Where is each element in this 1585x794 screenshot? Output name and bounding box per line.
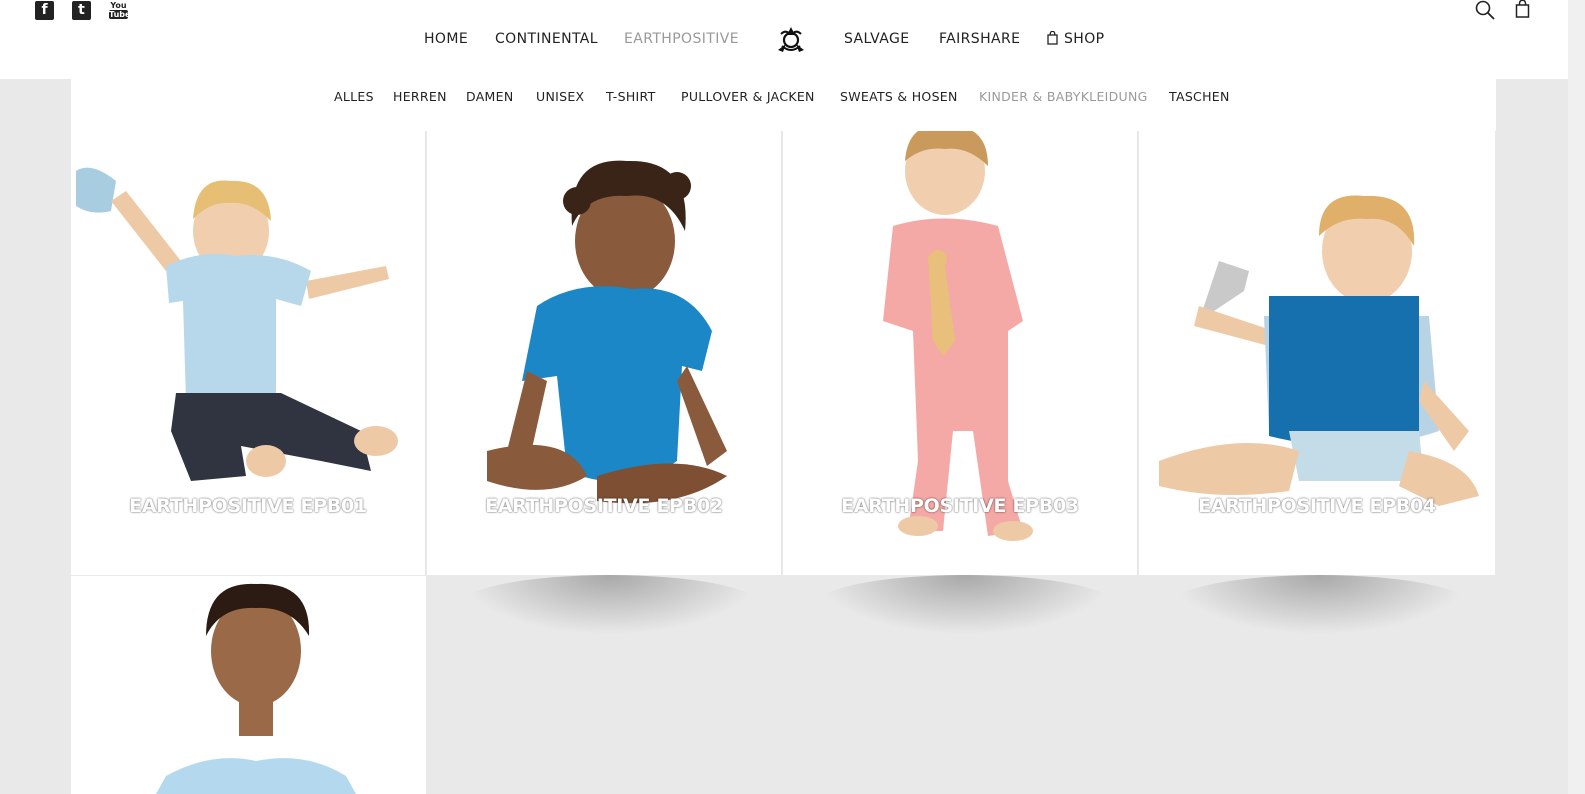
- site-header: f t You Tube HOME CONTINENTAL EARTHPOSIT…: [0, 0, 1568, 79]
- category-alles[interactable]: ALLES: [334, 89, 374, 104]
- card-shadow: [1170, 575, 1470, 635]
- product-card-kids-tshirt[interactable]: [71, 576, 426, 794]
- brand-logo[interactable]: [773, 24, 809, 56]
- card-shadow: [815, 575, 1115, 635]
- category-pullover[interactable]: PULLOVER & JACKEN: [681, 89, 815, 104]
- product-title[interactable]: EARTHPOSITIVE EPB02: [427, 495, 781, 517]
- category-taschen[interactable]: TASCHEN: [1169, 89, 1230, 104]
- category-unisex[interactable]: UNISEX: [536, 89, 584, 104]
- nav-earthpositive[interactable]: EARTHPOSITIVE: [624, 31, 739, 47]
- nav-salvage[interactable]: SALVAGE: [844, 31, 910, 47]
- nav-shop[interactable]: SHOP: [1047, 30, 1105, 47]
- product-title[interactable]: EARTHPOSITIVE EPB01: [71, 495, 425, 517]
- category-tshirt[interactable]: T-SHIRT: [606, 89, 656, 104]
- category-kinder[interactable]: KINDER & BABYKLEIDUNG: [979, 89, 1148, 104]
- header-icons: [1475, 0, 1530, 20]
- nav-shop-label: SHOP: [1064, 31, 1105, 47]
- social-links: f t You Tube: [35, 1, 131, 20]
- shopping-bag-icon: [1047, 30, 1058, 45]
- product-image: [156, 583, 356, 794]
- category-herren[interactable]: HERREN: [393, 89, 447, 104]
- category-damen[interactable]: DAMEN: [466, 89, 514, 104]
- page-scrollbar[interactable]: [1568, 0, 1585, 794]
- cart-icon[interactable]: [1515, 0, 1530, 18]
- search-icon[interactable]: [1475, 0, 1495, 20]
- nav-home[interactable]: HOME: [424, 31, 468, 47]
- youtube-icon[interactable]: You Tube: [109, 1, 131, 20]
- youtube-icon-top: You: [110, 1, 127, 10]
- facebook-icon[interactable]: f: [35, 1, 54, 20]
- twitter-icon[interactable]: t: [72, 1, 91, 20]
- product-card-epb01[interactable]: EARTHPOSITIVE EPB01: [71, 131, 426, 575]
- category-sweats[interactable]: SWEATS & HOSEN: [840, 89, 958, 104]
- product-card-epb04[interactable]: EARTHPOSITIVE EPB04: [1139, 131, 1495, 575]
- product-card-epb03[interactable]: EARTHPOSITIVE EPB03: [783, 131, 1138, 575]
- product-card-epb02[interactable]: EARTHPOSITIVE EPB02: [427, 131, 782, 575]
- youtube-icon-bottom: Tube: [109, 10, 131, 19]
- product-title[interactable]: EARTHPOSITIVE EPB03: [783, 495, 1137, 517]
- card-shadow: [460, 575, 760, 635]
- category-nav: ALLES HERREN DAMEN UNISEX T-SHIRT PULLOV…: [0, 89, 1568, 105]
- category-bar: [71, 79, 1496, 131]
- product-title[interactable]: EARTHPOSITIVE EPB04: [1139, 495, 1495, 517]
- nav-continental[interactable]: CONTINENTAL: [495, 31, 598, 47]
- nav-fairshare[interactable]: FAIRSHARE: [939, 31, 1020, 47]
